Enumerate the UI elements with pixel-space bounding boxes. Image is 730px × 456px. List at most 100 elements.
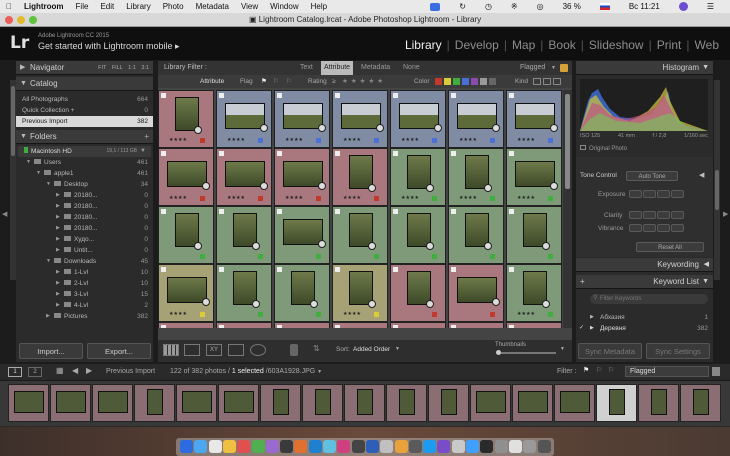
rating-operator-icon[interactable]: ≥ xyxy=(332,75,336,88)
flag-corner-icon[interactable] xyxy=(509,209,514,214)
sort-direction-icon[interactable]: ⇅ xyxy=(313,344,320,353)
dock-app-icon[interactable] xyxy=(180,440,193,453)
flag-corner-icon[interactable] xyxy=(219,209,224,214)
filter-tab-metadata[interactable]: Metadata xyxy=(361,61,390,75)
survey-view-icon[interactable] xyxy=(228,344,244,356)
vibrance-down-small-button[interactable] xyxy=(643,224,656,232)
filmstrip-thumbnail[interactable] xyxy=(176,384,217,422)
thumbnail-cell[interactable] xyxy=(390,322,446,328)
kind-video-icon[interactable] xyxy=(553,78,561,85)
filmstrip-thumbnail[interactable] xyxy=(344,384,385,422)
color-none-swatch[interactable] xyxy=(489,78,496,85)
color-blue-swatch[interactable] xyxy=(462,78,469,85)
flag-corner-icon[interactable] xyxy=(277,325,282,328)
flag-corner-icon[interactable] xyxy=(161,209,166,214)
thumbnail-badge-icon[interactable] xyxy=(252,300,260,308)
color-filters[interactable] xyxy=(435,78,496,85)
module-web[interactable]: Web xyxy=(690,38,724,52)
exposure-up-large-button[interactable] xyxy=(671,190,684,198)
thumbnail-badge-icon[interactable] xyxy=(368,300,376,308)
chevron-down-icon[interactable]: ▼ xyxy=(551,61,556,75)
people-view-icon[interactable] xyxy=(250,344,266,356)
thumbnail-badge-icon[interactable] xyxy=(318,182,326,190)
vibrance-up-small-button[interactable] xyxy=(657,224,670,232)
folder-item[interactable]: ▶ 20180... 0 xyxy=(16,223,153,234)
thumbnail-badge-icon[interactable] xyxy=(202,298,210,306)
zoom-3-1[interactable]: 3:1 xyxy=(141,65,149,71)
thumbnail-cell[interactable] xyxy=(506,322,562,328)
spray-can-icon[interactable] xyxy=(290,344,298,356)
color-purple-swatch[interactable] xyxy=(471,78,478,85)
module-map[interactable]: Map xyxy=(507,38,540,52)
filmstrip-reject-icon[interactable]: ⚐ xyxy=(608,366,614,374)
clock-icon[interactable]: ◷ xyxy=(485,2,492,11)
battery-text[interactable]: 36 % xyxy=(563,2,581,11)
thumbnail-badge-icon[interactable] xyxy=(484,184,492,192)
app-menu[interactable]: Lightroom xyxy=(24,2,64,11)
thumbnail-cell[interactable] xyxy=(448,322,504,328)
thumbnail-cell[interactable]: ★★★★ xyxy=(332,264,388,322)
filmstrip-filter-select[interactable]: Flagged xyxy=(625,366,709,377)
thumbnail-cell[interactable]: ★★★★ xyxy=(506,90,562,148)
close-window-icon[interactable] xyxy=(5,16,13,24)
folder-disclosure-icon[interactable]: ▼ xyxy=(26,157,31,168)
thumbnail-cell[interactable]: ★★★★ xyxy=(158,148,214,206)
folder-item[interactable]: ▶ 1-Lvl 10 xyxy=(16,267,153,278)
rating-stars-icon[interactable]: ★★★★ xyxy=(169,311,187,317)
folder-item[interactable]: ▶ Худо... 0 xyxy=(16,234,153,245)
clarity-buttons[interactable] xyxy=(629,211,684,219)
flag-corner-icon[interactable] xyxy=(451,151,456,156)
kind-virtual-icon[interactable] xyxy=(543,78,551,85)
thumbnail-cell[interactable] xyxy=(390,206,446,264)
folder-disclosure-icon[interactable]: ▼ xyxy=(46,179,51,190)
catalog-quick-collection[interactable]: Quick Collection +0 xyxy=(16,105,153,116)
exposure-buttons[interactable] xyxy=(629,190,684,198)
folder-item[interactable]: ▶ 20180... 0 xyxy=(16,190,153,201)
menu-library[interactable]: Library xyxy=(126,2,150,11)
keywording-header[interactable]: Keywording ◀ xyxy=(576,258,713,272)
thumbnail-cell[interactable] xyxy=(274,322,330,328)
left-panel-toggle-icon[interactable]: ◀ xyxy=(2,210,7,218)
thumbnail-cell[interactable]: ★★★★ xyxy=(448,90,504,148)
flag-corner-icon[interactable] xyxy=(451,325,456,328)
flag-corner-icon[interactable] xyxy=(451,93,456,98)
vibrance-down-large-button[interactable] xyxy=(629,224,642,232)
flag-corner-icon[interactable] xyxy=(161,93,166,98)
flag-reject-icon[interactable]: ⚐ xyxy=(286,75,292,88)
filter-preset-select[interactable]: Flagged xyxy=(520,61,545,75)
import-button[interactable]: Import... xyxy=(19,343,83,359)
filmstrip-thumbnail[interactable] xyxy=(386,384,427,422)
grid-view-icon[interactable] xyxy=(163,344,179,356)
grid-scrollbar[interactable] xyxy=(563,90,572,328)
dock-app-icon[interactable] xyxy=(494,440,508,453)
status-icon[interactable] xyxy=(430,2,441,11)
histogram-chart[interactable] xyxy=(580,79,708,131)
minimize-window-icon[interactable] xyxy=(17,16,25,24)
thumbnail-badge-icon[interactable] xyxy=(260,124,268,132)
flag-corner-icon[interactable] xyxy=(161,325,166,328)
dock-app-icon[interactable] xyxy=(251,440,265,453)
flag-corner-icon[interactable] xyxy=(277,151,282,156)
add-folder-icon[interactable]: + xyxy=(144,130,149,144)
filmstrip-source[interactable]: Previous Import xyxy=(106,368,155,375)
thumbnail-badge-icon[interactable] xyxy=(542,242,550,250)
dock-app-icon[interactable] xyxy=(194,440,208,453)
dock-app-icon[interactable] xyxy=(537,440,551,453)
filmstrip-thumbnail[interactable] xyxy=(596,384,637,422)
menu-view[interactable]: View xyxy=(241,2,258,11)
color-green-swatch[interactable] xyxy=(453,78,460,85)
folder-disclosure-icon[interactable]: ▶ xyxy=(56,267,60,278)
thumbnail-slider-handle[interactable] xyxy=(496,350,501,355)
expand-triangle-icon[interactable]: ▶ xyxy=(590,312,594,323)
thumbnail-cell[interactable]: ★★★★ xyxy=(158,264,214,322)
thumbnail-cell[interactable]: ★★★★ xyxy=(216,90,272,148)
thumbnail-badge-icon[interactable] xyxy=(318,240,326,248)
thumbnail-badge-icon[interactable] xyxy=(484,242,492,250)
dock-app-icon[interactable] xyxy=(351,440,365,453)
thumbnail-cell[interactable] xyxy=(274,206,330,264)
thumbnail-badge-icon[interactable] xyxy=(426,184,434,192)
thumbnail-badge-icon[interactable] xyxy=(252,242,260,250)
dock-app-icon[interactable] xyxy=(237,440,251,453)
filmstrip-thumbnail[interactable] xyxy=(680,384,721,422)
zoom-fill[interactable]: FILL xyxy=(112,65,123,71)
